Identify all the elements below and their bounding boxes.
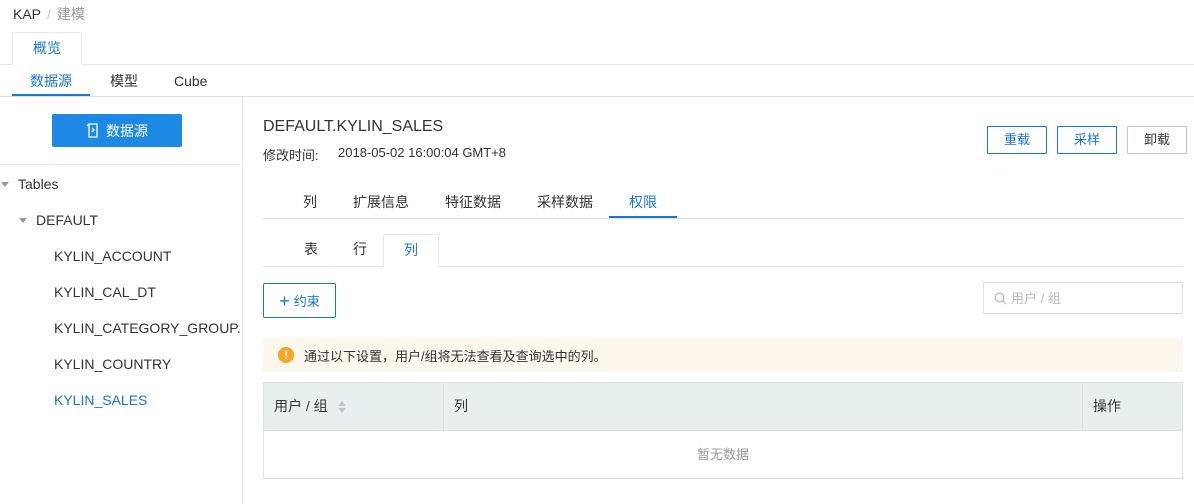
info-alert: ! 通过以下设置，用户/组将无法查看及查询选中的列。 <box>263 338 1183 372</box>
sidebar-divider <box>242 97 243 504</box>
tree-table-item[interactable]: KYLIN_CAL_DT <box>54 282 242 302</box>
alert-text: 通过以下设置，用户/组将无法查看及查询选中的列。 <box>304 348 607 364</box>
search-input[interactable] <box>1011 290 1171 306</box>
column-header-columns: 列 <box>444 383 1083 430</box>
add-constraint-button[interactable]: + 约束 <box>263 283 336 318</box>
tree-table-item-active[interactable]: KYLIN_SALES <box>54 390 242 410</box>
tab-row-permission[interactable]: 行 <box>338 234 382 267</box>
column-header-user[interactable]: 用户 / 组 <box>264 383 444 430</box>
datasource-icon <box>86 123 98 138</box>
info-tab-divider <box>263 218 1183 219</box>
tab-overview[interactable]: 概览 <box>12 32 82 65</box>
add-constraint-label: 约束 <box>293 294 320 309</box>
tree-table-item[interactable]: KYLIN_COUNTRY <box>54 354 242 374</box>
tab-permissions[interactable]: 权限 <box>609 192 677 218</box>
tab-column-permission[interactable]: 列 <box>383 234 439 267</box>
sidebar-separator <box>0 164 242 165</box>
breadcrumb-root[interactable]: KAP <box>13 6 41 22</box>
reload-button[interactable]: 重载 <box>987 126 1047 154</box>
tree-table-item[interactable]: KYLIN_ACCOUNT <box>54 246 242 266</box>
tab-cube[interactable]: Cube <box>174 72 207 96</box>
add-datasource-label: 数据源 <box>106 122 148 139</box>
tab-table-permission[interactable]: 表 <box>289 234 333 267</box>
modified-time-value: 2018-05-02 16:00:04 GMT+8 <box>338 145 507 160</box>
warning-icon: ! <box>278 347 294 363</box>
tree-table-item[interactable]: KYLIN_CATEGORY_GROUP... <box>54 318 242 338</box>
table-header: 用户 / 组 列 操作 <box>264 383 1182 431</box>
caret-down-icon[interactable] <box>1 182 9 187</box>
tab-model[interactable]: 模型 <box>110 72 138 96</box>
add-datasource-button[interactable]: 数据源 <box>52 114 182 147</box>
sample-button[interactable]: 采样 <box>1057 126 1117 154</box>
empty-state-text: 暂无数据 <box>696 447 749 462</box>
column-header-actions: 操作 <box>1093 398 1121 414</box>
breadcrumb: KAP / 建模 <box>13 4 85 24</box>
top-tab-divider <box>0 64 1194 65</box>
sort-icon[interactable] <box>337 401 346 414</box>
table-title: DEFAULT.KYLIN_SALES <box>263 118 444 135</box>
tab-sample-data[interactable]: 采样数据 <box>526 192 604 218</box>
caret-down-icon[interactable] <box>19 218 27 223</box>
unload-button[interactable]: 卸载 <box>1127 126 1187 154</box>
column-permission-table: 用户 / 组 列 操作 暂无数据 <box>263 382 1183 479</box>
breadcrumb-current: 建模 <box>56 6 85 22</box>
tab-feature-data[interactable]: 特征数据 <box>434 192 512 218</box>
search-icon <box>994 292 1007 304</box>
plus-icon: + <box>279 290 290 311</box>
tab-extended-info[interactable]: 扩展信息 <box>342 192 420 218</box>
tab-datasource[interactable]: 数据源 <box>12 72 90 96</box>
sub-tab-divider <box>0 96 1194 97</box>
tab-columns[interactable]: 列 <box>288 192 332 218</box>
column-header-user-label: 用户 / 组 <box>274 398 328 414</box>
breadcrumb-separator: / <box>47 6 51 22</box>
modified-time-label: 修改时间: <box>263 148 319 163</box>
tree-node-tables[interactable]: Tables <box>18 174 58 194</box>
tree-node-default[interactable]: DEFAULT <box>36 210 98 230</box>
search-box[interactable] <box>983 282 1183 314</box>
